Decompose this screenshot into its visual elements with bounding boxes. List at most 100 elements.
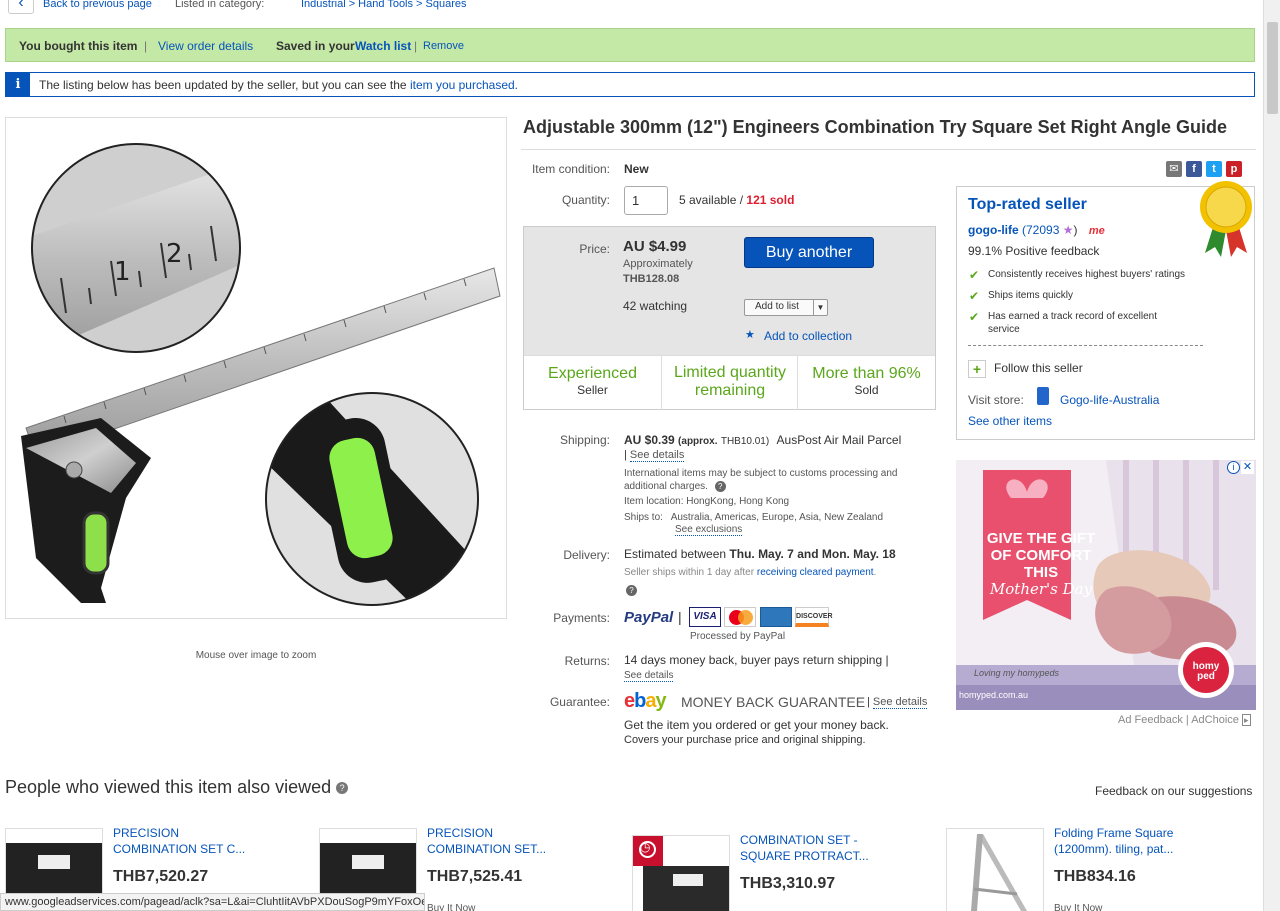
visa-icon: VISA — [689, 607, 721, 627]
guarantee-see-details-link[interactable]: See details — [872, 696, 928, 709]
saved-label: Saved in your — [276, 39, 355, 53]
signal-sold: More than 96% Sold — [798, 356, 935, 410]
scrollbar[interactable] — [1263, 0, 1280, 911]
buy-another-button[interactable]: Buy another — [744, 237, 874, 268]
back-link[interactable]: Back to previous page — [43, 0, 152, 10]
follow-seller-link[interactable]: Follow this seller — [994, 361, 1083, 375]
pinterest-icon[interactable]: p — [1226, 161, 1242, 177]
checkmark-icon: ✔ — [969, 289, 980, 303]
ad-headline-1: GIVE THE GIFT — [986, 530, 1096, 547]
product-title-link[interactable]: COMBINATION SET - SQUARE PROTRACT... — [740, 832, 890, 864]
product-title-link[interactable]: PRECISION COMBINATION SET... — [427, 825, 577, 857]
notice-text: The listing below has been updated by th… — [39, 78, 407, 92]
ad-headline-2: OF COMFORT — [990, 547, 1092, 564]
see-exclusions-link[interactable]: See exclusions — [675, 524, 743, 536]
remove-link[interactable]: Remove — [423, 40, 464, 52]
signal-title: Experienced — [548, 365, 637, 382]
available-count: 5 available / — [679, 193, 744, 207]
info-icon: i — [6, 73, 30, 96]
checkmark-icon: ✔ — [969, 310, 980, 324]
seller-name-link[interactable]: gogo-life — [968, 223, 1019, 237]
signal-experienced: Experienced Seller — [524, 356, 662, 410]
ship-handling-note: Seller ships within 1 day after — [624, 567, 755, 578]
quantity-input[interactable]: 1 — [624, 186, 668, 215]
banner-separator: | — [144, 39, 148, 53]
mastercard-icon — [724, 607, 757, 627]
returns-label: Returns: — [564, 654, 610, 668]
product-price: THB834.16 — [1054, 868, 1136, 885]
visit-store-label: Visit store: — [968, 393, 1024, 407]
buy-it-now-label: Buy It Now — [427, 903, 476, 911]
email-icon[interactable]: ✉ — [1166, 161, 1182, 177]
ebay-logo: ebay — [624, 690, 667, 712]
chevron-down-icon[interactable]: ▼ — [813, 300, 827, 315]
seller-point: Consistently receives highest buyers' ra… — [988, 269, 1186, 280]
signal-subtitle: Sold — [854, 383, 879, 397]
approx-price: THB128.08 — [623, 273, 680, 285]
delivery-label: Delivery: — [563, 548, 610, 562]
add-to-list-button[interactable]: Add to list ▼ — [744, 299, 828, 316]
buy-it-now-label: Buy It Now — [1054, 903, 1103, 911]
guarantee-line-2: Covers your purchase price and original … — [624, 734, 866, 746]
help-icon[interactable]: ? — [714, 481, 726, 492]
seller-divider — [968, 345, 1203, 346]
ad-brand: homy ped — [1192, 661, 1220, 682]
scrollbar-thumb[interactable] — [1267, 22, 1278, 114]
adchoice-link[interactable]: AdChoice — [1191, 714, 1239, 726]
back-arrow-icon[interactable]: ‹ — [8, 0, 34, 14]
product-price: THB7,520.27 — [113, 868, 209, 885]
seller-panel: Top-rated seller gogo-life (72093 ★) me … — [956, 181, 1255, 440]
category-path[interactable]: Industrial > Hand Tools > Squares — [301, 0, 467, 10]
add-to-collection-link[interactable]: Add to collection — [764, 329, 852, 343]
help-icon[interactable]: ? — [336, 782, 349, 795]
plus-icon[interactable]: + — [968, 360, 986, 378]
star-icon: ★ — [745, 329, 755, 341]
product-image[interactable]: 1 2 — [5, 117, 507, 619]
browser-status-bar: www.googleadservices.com/pagead/aclk?sa=… — [0, 893, 425, 911]
shipping-label: Shipping: — [559, 433, 610, 447]
ad-feedback-link[interactable]: Ad Feedback — [1118, 714, 1183, 726]
shipping-approx-value: THB10.01) — [720, 436, 770, 447]
feedback-suggestions-link[interactable]: Feedback on our suggestions — [1095, 784, 1252, 798]
product-thumbnail[interactable] — [946, 828, 1044, 911]
amex-icon — [759, 607, 792, 627]
svg-text:2: 2 — [166, 239, 183, 269]
sold-count: 121 sold — [746, 193, 795, 207]
me-icon[interactable]: me — [1089, 225, 1105, 237]
watching-count: 42 watching — [623, 299, 688, 313]
help-icon[interactable]: ? — [626, 585, 637, 596]
watch-list-link[interactable]: Watch list — [355, 39, 411, 53]
ships-to-value: Australia, Americas, Europe, Asia, New Z… — [670, 512, 884, 523]
twitter-icon[interactable]: t — [1206, 161, 1222, 177]
product-title-link[interactable]: Folding Frame Square (1200mm). tiling, p… — [1054, 825, 1204, 857]
shipping-service: AusPost Air Mail Parcel — [776, 433, 902, 447]
adchoice-icon[interactable]: ▸ — [1241, 714, 1251, 726]
customs-note-2: additional charges. — [624, 481, 708, 492]
delivery-dates: Thu. May. 7 and Mon. May. 18 — [729, 547, 896, 561]
returns-text: 14 days money back, buyer pays return sh… — [624, 653, 889, 667]
also-viewed-heading: People who viewed this item also viewed … — [5, 777, 349, 798]
shipping-see-details-link[interactable]: See details — [629, 449, 685, 462]
item-title: Adjustable 300mm (12") Engineers Combina… — [523, 117, 1227, 137]
seller-point: Ships items quickly — [988, 290, 1074, 301]
cleared-payment-link[interactable]: receiving cleared payment — [757, 567, 874, 578]
returns-see-details-link[interactable]: See details — [624, 670, 674, 682]
item-signals: Experienced Seller Limited quantity rema… — [524, 355, 935, 410]
store-icon — [1037, 387, 1049, 405]
seller-score[interactable]: (72093 — [1022, 223, 1059, 237]
store-link[interactable]: Gogo-life-Australia — [1060, 393, 1159, 407]
advertisement[interactable]: GIVE THE GIFT OF COMFORT THIS Mother's D… — [956, 460, 1256, 710]
see-other-items-link[interactable]: See other items — [968, 414, 1052, 428]
item-purchased-link[interactable]: item you purchased. — [410, 78, 518, 92]
top-rated-heading: Top-rated seller — [968, 196, 1087, 213]
facebook-icon[interactable]: f — [1186, 161, 1202, 177]
close-icon[interactable]: ✕ — [1241, 461, 1254, 474]
view-order-link[interactable]: View order details — [158, 39, 253, 53]
processed-by-paypal: Processed by PayPal — [690, 631, 786, 642]
ad-url: homyped.com.au — [959, 690, 1029, 700]
adchoices-icon[interactable]: i — [1227, 461, 1240, 474]
product-title-link[interactable]: PRECISION COMBINATION SET C... — [113, 825, 263, 857]
signal-limited: Limited quantity remaining — [662, 356, 798, 410]
update-notice: i The listing below has been updated by … — [5, 72, 1255, 97]
add-to-list-label: Add to list — [755, 301, 799, 312]
